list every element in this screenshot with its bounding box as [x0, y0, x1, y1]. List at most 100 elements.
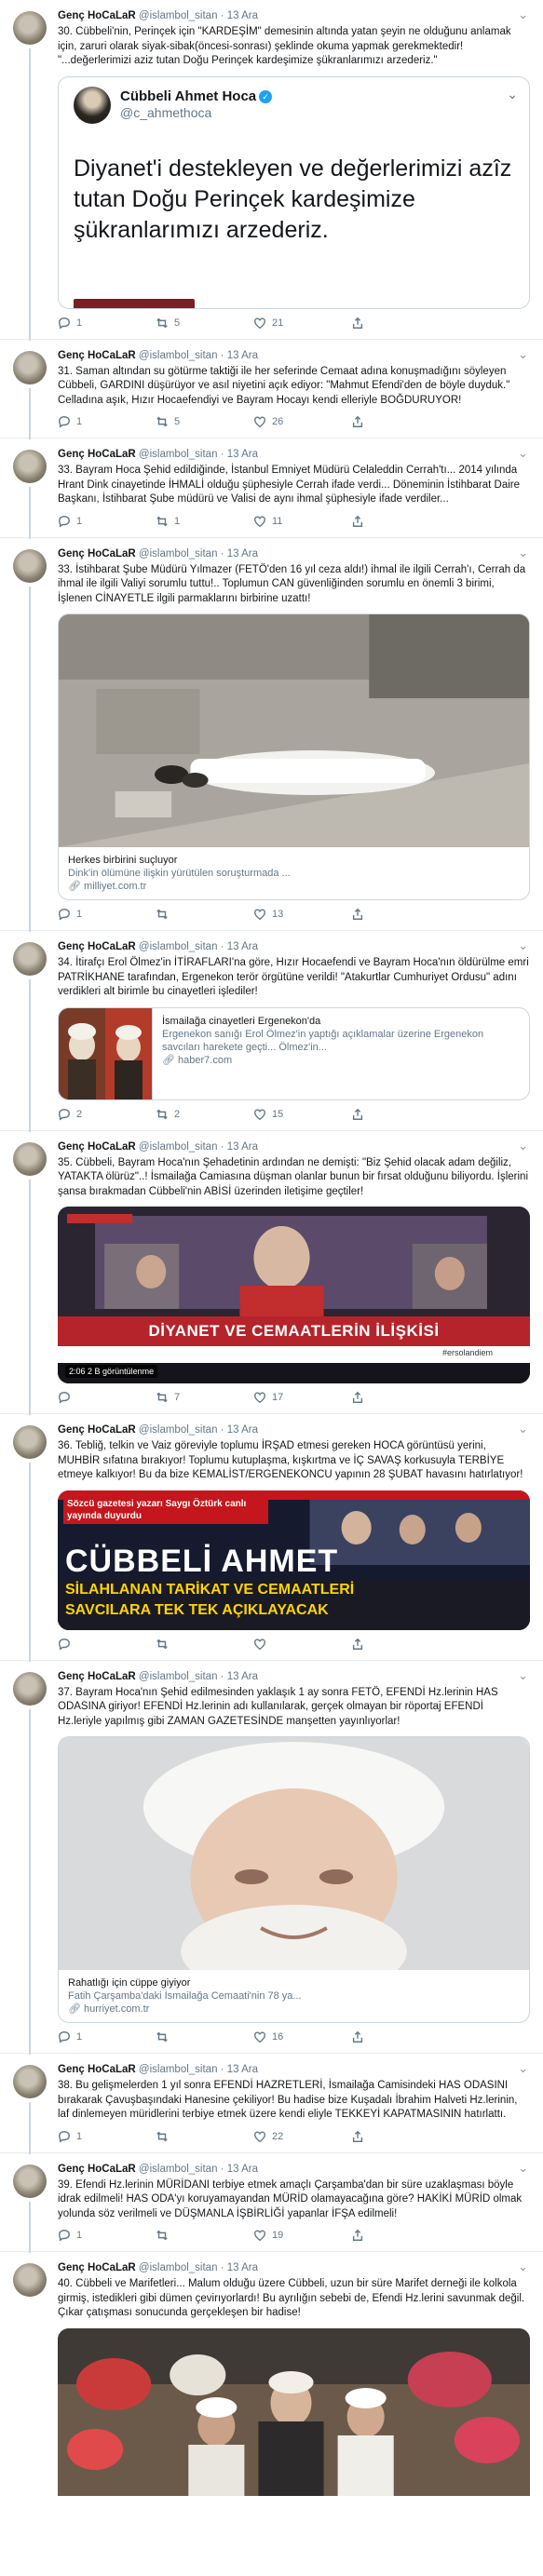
tweet-date[interactable]: 13 Ara	[227, 548, 258, 560]
chevron-down-icon[interactable]: ⌄	[518, 1668, 528, 1683]
like-button[interactable]: 13	[253, 908, 351, 921]
author-name[interactable]: Genç HoCaLaR	[58, 350, 136, 361]
reply-button[interactable]: 2	[58, 1108, 156, 1121]
tweet[interactable]: ⌄ Genç HoCaLaR @islambol_sitan · 13 Ara …	[0, 931, 543, 1132]
share-button[interactable]	[351, 1108, 449, 1121]
tweet-image[interactable]	[58, 2327, 530, 2496]
tweet[interactable]: ⌄ Genç HoCaLaR @islambol_sitan · 13 Ara …	[0, 2153, 543, 2253]
author-handle[interactable]: @islambol_sitan	[139, 2262, 218, 2273]
tweet-date[interactable]: 13 Ara	[227, 2164, 258, 2175]
like-button[interactable]: 11	[253, 515, 351, 528]
author-handle[interactable]: @islambol_sitan	[139, 350, 218, 361]
avatar[interactable]	[13, 350, 47, 384]
tweet-date[interactable]: 13 Ara	[227, 1424, 258, 1436]
retweet-button[interactable]	[156, 2229, 253, 2242]
like-button[interactable]: 22	[253, 2130, 351, 2143]
chevron-down-icon[interactable]: ⌄	[518, 1139, 528, 1153]
chevron-down-icon[interactable]: ⌄	[518, 2259, 528, 2274]
author-handle[interactable]: @islambol_sitan	[139, 1424, 218, 1436]
share-button[interactable]	[351, 908, 449, 921]
chevron-down-icon[interactable]: ⌄	[518, 2061, 528, 2076]
reply-button[interactable]	[58, 1638, 156, 1651]
tweet[interactable]: ⌄ Genç HoCaLaR @islambol_sitan · 13 Ara …	[0, 438, 543, 539]
like-button[interactable]: 19	[253, 2229, 351, 2242]
retweet-button[interactable]	[156, 2130, 253, 2143]
author-handle[interactable]: @islambol_sitan	[139, 10, 218, 21]
like-button[interactable]: 16	[253, 2030, 351, 2043]
reply-button[interactable]: 1	[58, 2130, 156, 2143]
avatar[interactable]	[13, 2263, 47, 2297]
chevron-down-icon[interactable]: ⌄	[518, 546, 528, 560]
like-button[interactable]: 21	[253, 317, 351, 330]
author-name[interactable]: Genç HoCaLaR	[58, 941, 136, 952]
author-name[interactable]: Genç HoCaLaR	[58, 1424, 136, 1436]
author-handle[interactable]: @islambol_sitan	[139, 2164, 218, 2175]
reply-button[interactable]: 1	[58, 415, 156, 428]
reply-button[interactable]	[58, 1391, 156, 1404]
avatar[interactable]	[13, 1425, 47, 1459]
tweet-date[interactable]: 13 Ara	[227, 350, 258, 361]
share-button[interactable]	[351, 2130, 449, 2143]
author-handle[interactable]: @islambol_sitan	[139, 1671, 218, 1682]
retweet-button[interactable]	[156, 2030, 253, 2043]
author-handle[interactable]: @islambol_sitan	[139, 2064, 218, 2075]
chevron-down-icon[interactable]: ⌄	[518, 1422, 528, 1436]
video-player[interactable]: DİYANET VE CEMAATLERİN İLİŞKİSİ #ersolan…	[58, 1207, 530, 1383]
author-name[interactable]: Genç HoCaLaR	[58, 1671, 136, 1682]
tweet-date[interactable]: 13 Ara	[227, 2262, 258, 2273]
tweet-date[interactable]: 13 Ara	[227, 1671, 258, 1682]
like-button[interactable]	[253, 1638, 351, 1651]
tweet-image[interactable]: Sözcü gazetesi yazarı Saygı Öztürk canlı…	[58, 1490, 530, 1630]
avatar[interactable]	[13, 450, 47, 483]
quoted-tweet[interactable]: Cübbeli Ahmet Hoca ✓ @c_ahmethoca ⌄ Diyan…	[58, 75, 530, 309]
tweet-date[interactable]: 13 Ara	[227, 449, 258, 460]
avatar[interactable]	[13, 1671, 47, 1706]
chevron-down-icon[interactable]: ⌄	[518, 347, 528, 362]
tweet[interactable]: ⌄ Genç HoCaLaR @islambol_sitan · 13 Ara …	[0, 0, 543, 341]
reply-button[interactable]: 1	[58, 2030, 156, 2043]
author-name[interactable]: Genç HoCaLaR	[58, 548, 136, 560]
tweet[interactable]: ⌄ Genç HoCaLaR @islambol_sitan · 13 Ara …	[0, 1131, 543, 1415]
tweet-date[interactable]: 13 Ara	[227, 10, 258, 21]
retweet-button[interactable]: 5	[156, 415, 253, 428]
tweet[interactable]: ⌄ Genç HoCaLaR @islambol_sitan · 13 Ara …	[0, 2054, 543, 2154]
avatar[interactable]	[13, 2164, 47, 2198]
retweet-button[interactable]	[156, 908, 253, 921]
author-name[interactable]: Genç HoCaLaR	[58, 2064, 136, 2075]
share-button[interactable]	[351, 515, 449, 528]
like-button[interactable]: 15	[253, 1108, 351, 1121]
tweet[interactable]: ⌄ Genç HoCaLaR @islambol_sitan · 13 Ara …	[0, 538, 543, 932]
tweet[interactable]: ⌄ Genç HoCaLaR @islambol_sitan · 13 Ara …	[0, 2252, 543, 2505]
share-button[interactable]	[351, 1391, 449, 1404]
reply-button[interactable]: 1	[58, 317, 156, 330]
retweet-button[interactable]: 2	[156, 1108, 253, 1121]
chevron-down-icon[interactable]: ⌄	[518, 2161, 528, 2176]
like-button[interactable]: 26	[253, 415, 351, 428]
retweet-button[interactable]: 5	[156, 317, 253, 330]
avatar[interactable]	[13, 1141, 47, 1176]
author-name[interactable]: Genç HoCaLaR	[58, 449, 136, 460]
avatar[interactable]	[13, 548, 47, 583]
chevron-down-icon[interactable]: ⌄	[518, 938, 528, 953]
author-name[interactable]: Genç HoCaLaR	[58, 2262, 136, 2273]
tweet-date[interactable]: 13 Ara	[227, 2064, 258, 2075]
author-handle[interactable]: @islambol_sitan	[139, 941, 218, 952]
retweet-button[interactable]: 1	[156, 515, 253, 528]
tweet[interactable]: ⌄ Genç HoCaLaR @islambol_sitan · 13 Ara …	[0, 340, 543, 439]
tweet-date[interactable]: 13 Ara	[227, 1141, 258, 1153]
like-button[interactable]: 17	[253, 1391, 351, 1404]
share-button[interactable]	[351, 2030, 449, 2043]
link-card[interactable]: İsmailağa cinayetleri Ergenekon'da Ergen…	[58, 1006, 530, 1100]
author-name[interactable]: Genç HoCaLaR	[58, 10, 136, 21]
chevron-down-icon[interactable]: ⌄	[507, 87, 518, 102]
reply-button[interactable]: 1	[58, 515, 156, 528]
avatar[interactable]	[13, 2065, 47, 2098]
reply-button[interactable]: 1	[58, 2229, 156, 2242]
chevron-down-icon[interactable]: ⌄	[518, 446, 528, 461]
tweet[interactable]: ⌄ Genç HoCaLaR @islambol_sitan · 13 Ara …	[0, 1414, 543, 1662]
author-name[interactable]: Genç HoCaLaR	[58, 1141, 136, 1153]
author-name[interactable]: Genç HoCaLaR	[58, 2164, 136, 2175]
tweet-date[interactable]: 13 Ara	[227, 941, 258, 952]
avatar[interactable]	[13, 11, 47, 45]
author-handle[interactable]: @islambol_sitan	[139, 548, 218, 560]
